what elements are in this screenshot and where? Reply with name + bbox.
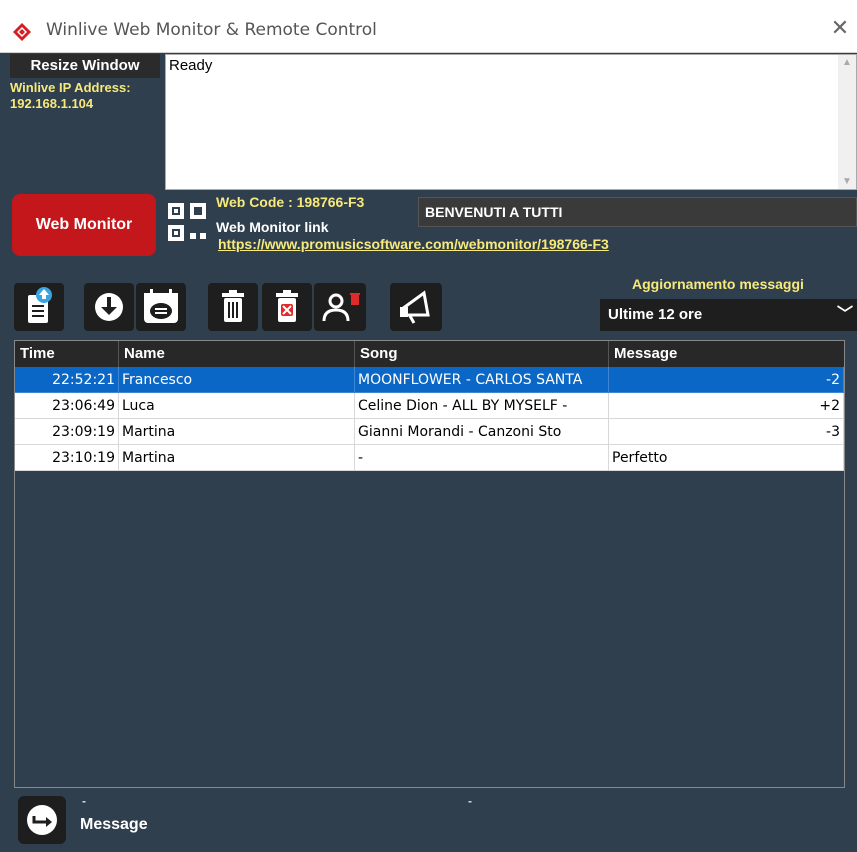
table-header: Time Name Song Message bbox=[15, 341, 844, 367]
qr-code-icon[interactable] bbox=[166, 201, 210, 245]
download-button[interactable] bbox=[84, 283, 134, 331]
cell-message: -2 bbox=[609, 367, 844, 393]
footer-dash-left: - bbox=[82, 794, 86, 808]
time-range-value: Ultime 12 ore bbox=[608, 306, 703, 323]
cell-time: 23:09:19 bbox=[15, 419, 119, 445]
cell-time: 23:06:49 bbox=[15, 393, 119, 419]
cell-message: Perfetto bbox=[609, 445, 844, 471]
announce-button[interactable] bbox=[390, 283, 442, 331]
update-messages-label: Aggiornamento messaggi bbox=[632, 276, 804, 292]
web-monitor-button[interactable]: Web Monitor bbox=[12, 194, 156, 256]
delete-selected-button[interactable] bbox=[262, 283, 312, 331]
web-monitor-link-label: Web Monitor link bbox=[216, 219, 329, 235]
trash-icon bbox=[222, 290, 244, 322]
cell-song: Celine Dion - ALL BY MYSELF - bbox=[355, 393, 609, 419]
table-row[interactable]: 22:52:21 Francesco MOONFLOWER - CARLOS S… bbox=[15, 367, 844, 394]
time-range-select[interactable]: Ultime 12 ore ﹀ bbox=[600, 299, 857, 331]
cell-song: - bbox=[355, 445, 609, 471]
cell-name: Francesco bbox=[119, 367, 355, 393]
megaphone-icon bbox=[399, 290, 430, 324]
column-header-message[interactable]: Message bbox=[609, 341, 844, 367]
ip-address-value: 192.168.1.104 bbox=[10, 96, 94, 111]
table-row[interactable]: 23:10:19 Martina - Perfetto bbox=[15, 445, 844, 472]
table-row[interactable]: 23:09:19 Martina Gianni Morandi - Canzon… bbox=[15, 419, 844, 446]
resize-window-button[interactable]: Resize Window bbox=[10, 54, 160, 78]
status-log-text: Ready bbox=[169, 57, 213, 74]
welcome-message-field[interactable]: BENVENUTI A TUTTI bbox=[418, 197, 857, 227]
column-header-time[interactable]: Time bbox=[15, 341, 119, 367]
window-title: Winlive Web Monitor & Remote Control bbox=[46, 20, 377, 40]
scroll-up-icon[interactable]: ▲ bbox=[842, 57, 852, 68]
title-bar: Winlive Web Monitor & Remote Control ✕ bbox=[0, 8, 857, 53]
web-code-text: Web Code : 198766-F3 bbox=[216, 194, 365, 210]
app-window: Winlive Web Monitor & Remote Control ✕ R… bbox=[0, 8, 857, 852]
footer-message-label: Message bbox=[80, 816, 148, 833]
upload-icon bbox=[28, 287, 52, 323]
ip-address-label: Winlive IP Address: bbox=[10, 80, 131, 95]
table-row[interactable]: 23:06:49 Luca Celine Dion - ALL BY MYSEL… bbox=[15, 393, 844, 420]
cell-time: 23:10:19 bbox=[15, 445, 119, 471]
scroll-down-icon[interactable]: ▼ bbox=[842, 176, 852, 187]
column-header-song[interactable]: Song bbox=[355, 341, 609, 367]
chevron-down-icon[interactable]: ﹀ bbox=[837, 299, 853, 331]
web-monitor-url-link[interactable]: https://www.promusicsoftware.com/webmoni… bbox=[218, 236, 609, 252]
cell-time: 22:52:21 bbox=[15, 367, 119, 393]
close-icon[interactable]: ✕ bbox=[829, 16, 851, 42]
cell-song: Gianni Morandi - Canzoni Sto bbox=[355, 419, 609, 445]
messages-table: Time Name Song Message 22:52:21 Francesc… bbox=[14, 340, 845, 788]
send-message-button[interactable] bbox=[18, 796, 66, 844]
reply-bubble-icon bbox=[27, 805, 57, 835]
log-scrollbar[interactable]: ▲ ▼ bbox=[838, 55, 856, 189]
chat-list-icon bbox=[144, 289, 178, 323]
footer-dash-center: - bbox=[468, 794, 472, 808]
cell-name: Luca bbox=[119, 393, 355, 419]
message-list-button[interactable] bbox=[136, 283, 186, 331]
column-header-name[interactable]: Name bbox=[119, 341, 355, 367]
download-icon bbox=[95, 293, 123, 321]
cell-name: Martina bbox=[119, 445, 355, 471]
upload-button[interactable] bbox=[14, 283, 64, 331]
app-logo-icon bbox=[13, 23, 31, 41]
remove-user-icon bbox=[322, 293, 360, 322]
cell-message: -3 bbox=[609, 419, 844, 445]
delete-button[interactable] bbox=[208, 283, 258, 331]
delete-red-icon bbox=[276, 290, 298, 322]
cell-message: +2 bbox=[609, 393, 844, 419]
cell-name: Martina bbox=[119, 419, 355, 445]
status-log-box[interactable]: Ready ▲ ▼ bbox=[165, 54, 857, 190]
remove-user-button[interactable] bbox=[314, 283, 366, 331]
cell-song: MOONFLOWER - CARLOS SANTA bbox=[355, 367, 609, 393]
